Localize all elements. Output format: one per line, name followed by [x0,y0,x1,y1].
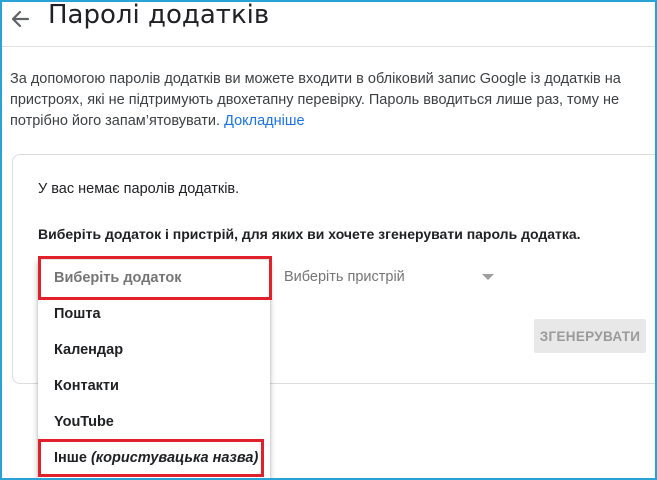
generate-button[interactable]: ЗГЕНЕРУВАТИ [534,319,646,353]
app-option-calendar[interactable]: Календар [38,332,270,368]
intro-text: За допомогою паролів додатків ви можете … [10,69,635,132]
device-select-label: Виберіть пристрій [284,269,405,285]
arrow-left-icon [11,10,30,28]
app-select-placeholder-label: Виберіть додаток [54,270,182,286]
app-option-other[interactable]: Інше (користувацька назва) [38,440,270,476]
caret-down-icon [482,274,494,280]
screenshot-frame: Паролі додатків За допомогою паролів дод… [0,0,657,480]
select-prompt: Виберіть додаток і пристрій, для яких ви… [38,226,581,242]
app-option-label: Календар [54,342,124,358]
device-select[interactable]: Виберіть пристрій [284,264,498,292]
app-select-dropdown: Виберіть додаток Пошта Календар Контакти… [38,260,270,478]
back-button[interactable] [8,4,36,34]
learn-more-link[interactable]: Докладніше [224,113,304,129]
app-option-mail[interactable]: Пошта [38,296,270,332]
no-passwords-text: У вас немає паролів додатків. [38,181,240,197]
app-option-youtube[interactable]: YouTube [38,404,270,440]
page-header: Паролі додатків [2,2,655,47]
page-title: Паролі додатків [48,0,270,30]
app-option-other-text: Інше [54,450,87,466]
app-option-other-suffix: (користувацька назва) [90,450,259,466]
app-option-label: YouTube [54,414,114,430]
app-option-contacts[interactable]: Контакти [38,368,270,404]
app-option-other-label: Інше (користувацька назва) [54,450,258,466]
app-select-placeholder[interactable]: Виберіть додаток [38,260,270,296]
app-option-label: Пошта [54,306,101,322]
intro-description: За допомогою паролів додатків ви можете … [10,71,621,129]
app-option-label: Контакти [54,378,119,394]
